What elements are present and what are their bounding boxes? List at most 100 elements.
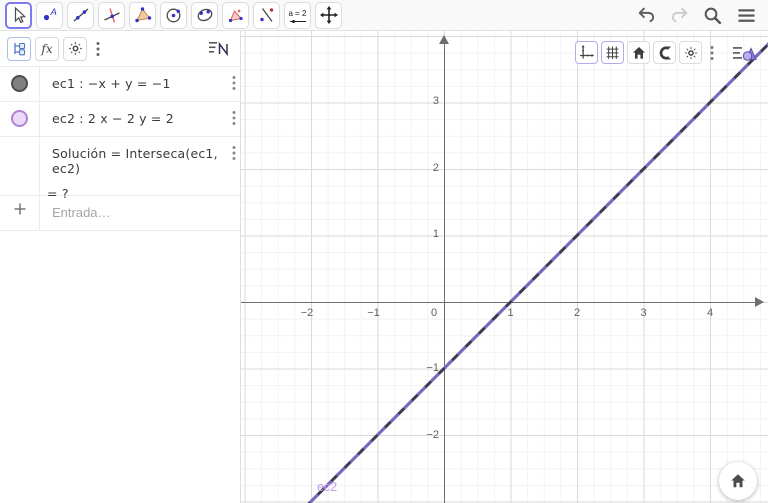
style-panel-toggle-button[interactable] [731, 41, 759, 64]
redo-button[interactable] [669, 5, 690, 26]
hamburger-menu-icon [738, 9, 755, 22]
add-input-button[interactable] [0, 196, 40, 230]
y-tick: 2 [432, 161, 439, 174]
point-label: A [49, 7, 56, 18]
axes-icon [580, 44, 595, 59]
search-icon [704, 7, 722, 25]
magnet-icon [659, 45, 671, 60]
ec1-more-button[interactable] [232, 75, 236, 94]
slider-icon-track [289, 18, 306, 23]
grid-icon [606, 46, 619, 59]
sort-icon [209, 41, 228, 57]
tool-point-button[interactable]: A [36, 1, 63, 29]
y-tick: 1 [432, 228, 439, 240]
perpendicular-line-icon [103, 8, 120, 23]
y-tick: −1 [426, 362, 439, 374]
ellipse-icon [197, 8, 212, 22]
angle-icon [228, 9, 243, 23]
tool-slider-button[interactable]: a = 2 [284, 1, 311, 29]
tool-line-button[interactable] [67, 1, 94, 29]
ec2-equation[interactable]: ec2 : 2 x − 2 y = 2 [52, 111, 174, 126]
slider-icon-label: a = 2 [288, 8, 307, 18]
algebra-sort-button[interactable] [207, 37, 231, 62]
toggle-axes-button[interactable] [575, 41, 598, 64]
toolbar-right-group [636, 0, 758, 31]
graphics-settings-button[interactable] [679, 41, 702, 64]
kebab-icon [710, 45, 714, 60]
tool-angle-button[interactable] [222, 1, 249, 29]
solucion-body: Solución = Interseca(ec1, ec2) = ? [40, 137, 240, 201]
solucion-marker-cell [0, 137, 40, 195]
tool-polygon-button[interactable] [129, 1, 156, 29]
reflect-about-line-icon [259, 8, 273, 22]
tool-ellipse-button[interactable] [191, 1, 218, 29]
ec2-body: ec2 : 2 x − 2 y = 2 [40, 102, 240, 136]
home-icon [632, 46, 645, 59]
tool-move-button[interactable] [5, 1, 32, 29]
algebra-input-row[interactable]: Entrada… [0, 196, 240, 231]
zoom-home-button[interactable] [719, 462, 757, 500]
ec2-more-button[interactable] [232, 110, 236, 129]
slider-icon: a = 2 [288, 8, 308, 23]
x-tick-zero: 0 [430, 307, 438, 319]
graphics-view[interactable]: ec2 −2 −1 0 1 2 3 4 3 2 1 −1 −2 [241, 31, 768, 503]
plus-icon [14, 203, 25, 215]
x-tick: −1 [367, 307, 380, 319]
line-ec2[interactable] [291, 42, 768, 503]
style-panel-icon [733, 46, 757, 61]
toggle-grid-button[interactable] [601, 41, 624, 64]
algebra-settings-button[interactable] [63, 36, 87, 61]
algebra-row-ec1[interactable]: ec1 : −x + y = −1 [0, 67, 240, 102]
solucion-definition[interactable]: Solución = Interseca(ec1, ec2) [52, 146, 236, 176]
gear-icon [683, 45, 698, 60]
ec1-equation[interactable]: ec1 : −x + y = −1 [52, 76, 171, 91]
algebra-tree-button[interactable] [7, 36, 31, 61]
tool-reflect-button[interactable] [253, 1, 280, 29]
ec2-visibility-dot[interactable] [11, 110, 28, 127]
undo-icon [638, 7, 655, 23]
cursor-icon [14, 6, 26, 24]
x-tick: 4 [706, 307, 714, 319]
solucion-more-button[interactable] [232, 145, 236, 164]
algebra-tree-icon [13, 42, 25, 56]
home-icon [731, 474, 745, 488]
main-toolbar: A a = 2 [0, 0, 768, 31]
y-tick: 3 [432, 95, 439, 107]
circle-icon [166, 8, 180, 23]
kebab-icon [96, 41, 100, 56]
undo-button[interactable] [636, 5, 657, 26]
algebra-row-solucion[interactable]: Solución = Interseca(ec1, ec2) = ? [0, 137, 240, 201]
algebra-panel-header: fx [0, 31, 240, 67]
default-view-button[interactable] [627, 41, 650, 64]
line-ec1[interactable] [291, 42, 768, 503]
search-button[interactable] [702, 5, 723, 26]
polygon-icon [134, 7, 151, 23]
fx-icon: fx [41, 41, 53, 56]
kebab-icon [232, 146, 236, 160]
move-graphics-view-icon [319, 6, 338, 24]
x-tick: 2 [573, 307, 581, 319]
kebab-icon [232, 76, 236, 90]
ec2-marker-cell [0, 102, 40, 136]
geogebra-app: A a = 2 fx ec1: −x + y = −1 ec2: 2 x −… [0, 0, 768, 503]
tool-perpendicular-line-button[interactable] [98, 1, 125, 29]
tool-circle-button[interactable] [160, 1, 187, 29]
line-label-ec2[interactable]: ec2 [317, 480, 337, 494]
x-tick: 1 [507, 307, 514, 319]
graphics-more-button[interactable] [705, 41, 719, 64]
ec1-visibility-dot[interactable] [11, 75, 28, 92]
algebra-more-button[interactable] [91, 41, 105, 57]
algebra-input-field[interactable]: Entrada… [52, 205, 111, 220]
snap-to-grid-button[interactable] [653, 41, 676, 64]
ec1-marker-cell [0, 67, 40, 101]
y-tick: −2 [426, 428, 439, 441]
algebra-panel: fx ec1: −x + y = −1 ec2: 2 x − 2 y = 2… [0, 31, 241, 503]
point-icon: A [43, 7, 56, 21]
x-tick: −2 [300, 307, 314, 319]
gear-icon [68, 41, 82, 56]
tool-move-graphics-button[interactable] [315, 1, 342, 29]
menu-button[interactable] [735, 4, 758, 27]
fx-view-button[interactable]: fx [35, 36, 59, 61]
plot-canvas [291, 42, 768, 503]
algebra-row-ec2[interactable]: ec2 : 2 x − 2 y = 2 [0, 102, 240, 137]
